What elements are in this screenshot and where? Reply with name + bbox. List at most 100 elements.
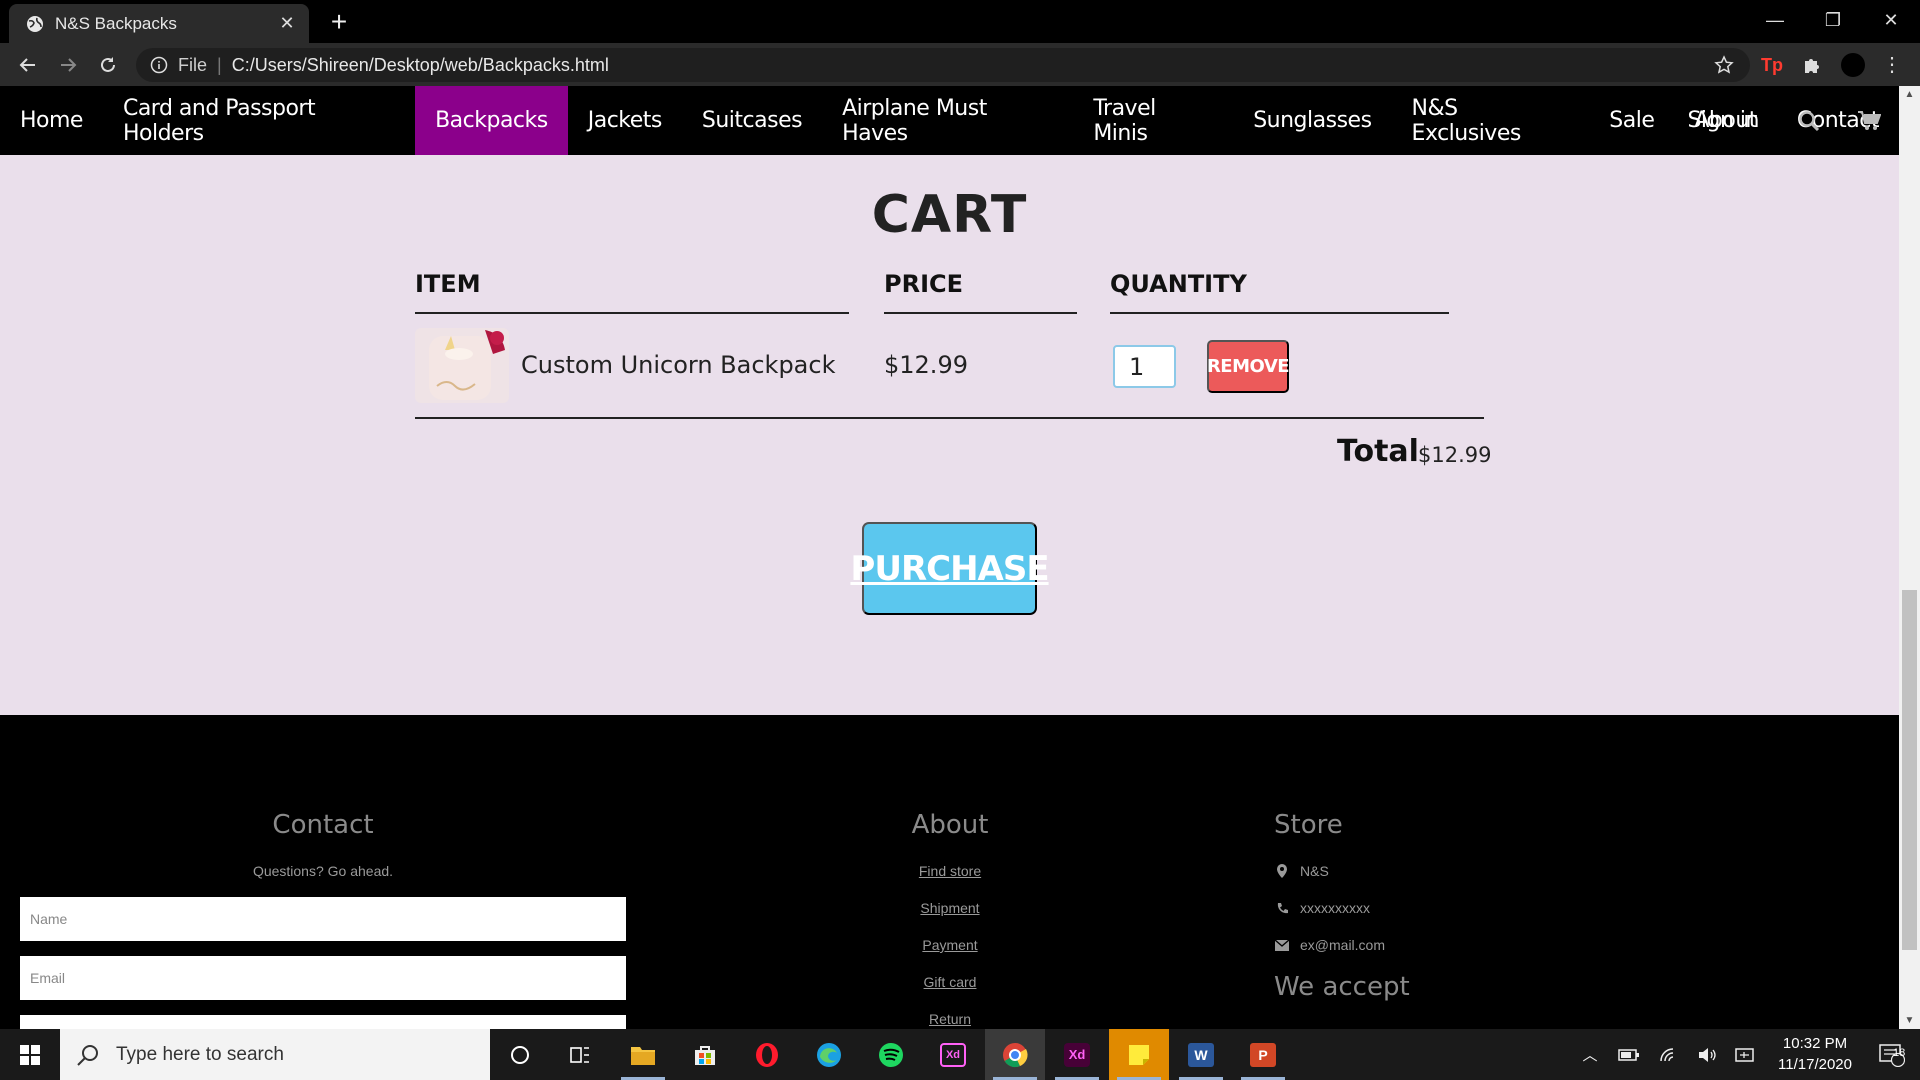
browser-tab[interactable]: N&S Backpacks ✕	[9, 4, 309, 43]
browser-menu-icon[interactable]: ⋮	[1880, 53, 1904, 77]
scroll-thumb[interactable]	[1902, 590, 1917, 950]
show-hidden-icons-icon[interactable]: ︿	[1575, 1029, 1605, 1080]
tab-close-icon[interactable]: ✕	[275, 13, 299, 34]
battery-icon[interactable]	[1612, 1029, 1646, 1080]
footer-store-phone: xxxxxxxxxx	[1274, 900, 1370, 916]
edge-icon[interactable]	[799, 1029, 859, 1080]
taskbar-clock[interactable]: 10:32 PM 11/17/2020	[1760, 1033, 1870, 1075]
opera-icon[interactable]	[737, 1029, 797, 1080]
footer-store-heading: Store	[1274, 810, 1343, 840]
extensions-puzzle-icon[interactable]	[1800, 53, 1824, 77]
cart-title: CART	[871, 185, 1028, 245]
scroll-down-icon[interactable]: ▼	[1899, 1012, 1920, 1029]
notification-count-badge: 18	[1893, 1047, 1906, 1059]
word-icon[interactable]: W	[1171, 1029, 1231, 1080]
nav-sale[interactable]: Sale	[1589, 86, 1674, 155]
footer-contact-subtext: Questions? Go ahead.	[252, 863, 394, 879]
file-explorer-icon[interactable]	[613, 1029, 673, 1080]
bookmark-star-icon[interactable]	[1714, 55, 1734, 75]
footer-phone-number: xxxxxxxxxx	[1300, 900, 1370, 916]
nav-home[interactable]: Home	[0, 86, 103, 155]
close-window-icon[interactable]: ✕	[1862, 0, 1920, 40]
address-bar[interactable]: File | C:/Users/Shireen/Desktop/web/Back…	[136, 48, 1750, 82]
purchase-button[interactable]: PURCHASE	[850, 522, 1050, 615]
taskbar-search-input[interactable]: Type here to search	[60, 1029, 490, 1080]
adobe-xd-icon[interactable]: Xd	[1047, 1029, 1107, 1080]
map-pin-icon	[1274, 864, 1290, 878]
browser-tabstrip: N&S Backpacks ✕ + — ❐ ✕	[0, 0, 1920, 43]
total-value: $12.99	[1418, 443, 1492, 467]
site-footer: Contact Questions? Go ahead. Name Email …	[0, 715, 1899, 1029]
nav-backpacks[interactable]: Backpacks	[415, 86, 568, 155]
total-label: Total	[1337, 434, 1419, 469]
powerpoint-icon[interactable]: P	[1233, 1029, 1293, 1080]
wifi-icon[interactable]	[1652, 1029, 1686, 1080]
footer-email-field[interactable]: Email	[20, 956, 626, 1000]
back-icon[interactable]	[14, 51, 42, 79]
extension-tp-icon[interactable]: Tp	[1760, 53, 1784, 77]
nav-card-and-passport-holders[interactable]: Card and Passport Holders	[103, 86, 415, 155]
reload-icon[interactable]	[94, 51, 122, 79]
footer-email-address: ex@mail.com	[1300, 937, 1386, 953]
site-nav: Home Card and Passport Holders Backpacks…	[0, 86, 1899, 155]
windows-taskbar: Type here to search Xd Xd W P ︿ 10:32 PM…	[0, 1029, 1920, 1080]
browser-toolbar: File | C:/Users/Shireen/Desktop/web/Back…	[0, 43, 1920, 86]
item-name[interactable]: Custom Unicorn Backpack	[521, 351, 835, 379]
nav-airplane-must-haves[interactable]: Airplane Must Haves	[822, 86, 1073, 155]
new-tab-icon[interactable]: +	[324, 6, 354, 38]
restore-icon[interactable]: ❐	[1804, 0, 1862, 40]
action-center-icon[interactable]: 18	[1868, 1029, 1916, 1080]
clock-date: 11/17/2020	[1778, 1056, 1852, 1073]
input-indicator-icon[interactable]	[1728, 1029, 1762, 1080]
column-header-quantity: QUANTITY	[1110, 270, 1449, 314]
url-text[interactable]: C:/Users/Shireen/Desktop/web/Backpacks.h…	[232, 55, 609, 76]
nav-ns-exclusives[interactable]: N&S Exclusives	[1392, 86, 1590, 155]
chrome-icon[interactable]	[985, 1029, 1045, 1080]
cart-row-divider	[415, 417, 1484, 419]
profile-avatar[interactable]	[1841, 53, 1865, 77]
minimize-icon[interactable]: —	[1746, 0, 1804, 40]
envelope-icon	[1274, 939, 1290, 951]
microsoft-store-icon[interactable]	[675, 1029, 735, 1080]
scroll-up-icon[interactable]: ▲	[1899, 86, 1920, 103]
footer-link-find-store[interactable]: Find store	[900, 863, 1000, 879]
footer-message-field[interactable]	[20, 1015, 626, 1029]
footer-store-location: N&S	[1274, 863, 1329, 879]
volume-icon[interactable]	[1690, 1029, 1724, 1080]
spotify-icon[interactable]	[861, 1029, 921, 1080]
footer-store-email: ex@mail.com	[1274, 937, 1385, 953]
footer-link-payment[interactable]: Payment	[900, 937, 1000, 953]
footer-name-field[interactable]: Name	[20, 897, 626, 941]
cortana-icon[interactable]	[490, 1029, 550, 1080]
footer-link-shipment[interactable]: Shipment	[900, 900, 1000, 916]
nav-travel-minis[interactable]: Travel Minis	[1073, 86, 1233, 155]
adobe-xd-outline-icon[interactable]: Xd	[923, 1029, 983, 1080]
footer-about-heading: About	[911, 810, 989, 840]
nav-sunglasses[interactable]: Sunglasses	[1233, 86, 1391, 155]
column-header-item: ITEM	[415, 270, 849, 314]
url-separator: |	[217, 54, 222, 75]
footer-link-return[interactable]: Return	[900, 1011, 1000, 1027]
window-controls: — ❐ ✕	[1746, 0, 1920, 40]
item-price: $12.99	[884, 351, 968, 379]
search-icon[interactable]	[1779, 86, 1839, 155]
nav-jackets[interactable]: Jackets	[568, 86, 682, 155]
forward-icon[interactable]	[54, 51, 82, 79]
footer-link-gift-card[interactable]: Gift card	[900, 974, 1000, 990]
taskbar-search-placeholder: Type here to search	[116, 1043, 284, 1065]
footer-contact-heading: Contact	[272, 810, 374, 840]
phone-icon	[1274, 902, 1290, 915]
cart-icon[interactable]	[1839, 86, 1899, 155]
info-icon[interactable]	[150, 56, 168, 74]
task-view-icon[interactable]	[550, 1029, 610, 1080]
sticky-notes-icon[interactable]	[1109, 1029, 1169, 1080]
page-scrollbar[interactable]: ▲ ▼	[1899, 86, 1920, 1029]
quantity-input[interactable]	[1113, 345, 1176, 388]
search-icon	[77, 1044, 98, 1066]
nav-suitcases[interactable]: Suitcases	[682, 86, 822, 155]
nav-sign-in[interactable]: Sign in	[1667, 86, 1779, 155]
windows-start-icon[interactable]	[0, 1029, 60, 1080]
globe-icon	[27, 15, 43, 32]
clock-time: 10:32 PM	[1782, 1035, 1848, 1052]
remove-button[interactable]: REMOVE	[1207, 340, 1290, 393]
